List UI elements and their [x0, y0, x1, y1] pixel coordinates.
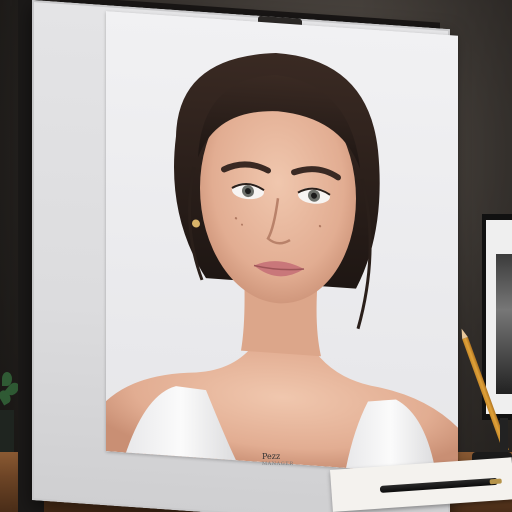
- drawing-board: [32, 0, 458, 512]
- lamp-post: [500, 418, 508, 454]
- signature-text: Pezz: [262, 452, 281, 461]
- board-signature: Pezz MANAGER: [262, 452, 294, 467]
- picture-artwork: [496, 254, 512, 394]
- portrait-drawing: [106, 11, 458, 476]
- portrait-svg: [106, 53, 458, 476]
- signature-subtext: MANAGER: [262, 461, 294, 467]
- art-studio-scene: Pezz MANAGER: [0, 0, 512, 512]
